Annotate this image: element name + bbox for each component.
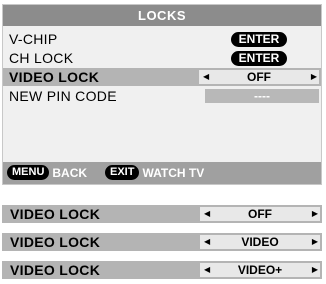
arrow-right-icon[interactable]: ▶ [312,235,318,249]
enter-button[interactable]: ENTER [231,32,287,47]
menu-item-v-chip[interactable]: V-CHIP ENTER [3,30,321,48]
menu-key-pill: MENU [7,165,50,181]
option-label: VIDEO LOCK [10,206,101,222]
exit-key-pill: EXIT [105,165,140,181]
arrow-right-icon[interactable]: ▶ [311,70,317,84]
video-lock-selector[interactable]: ◀ OFF ▶ [199,70,319,84]
selector-value: VIDEO+ [237,263,283,277]
menu-item-label: CH LOCK [9,50,74,66]
option-label: VIDEO LOCK [10,262,101,278]
menu-item-label: NEW PIN CODE [9,88,117,104]
menu-title: LOCKS [3,5,321,26]
back-hint: MENU BACK [7,162,87,184]
arrow-left-icon[interactable]: ◀ [203,70,209,84]
enter-button[interactable]: ENTER [231,51,287,66]
option-label: VIDEO LOCK [10,234,101,250]
selector-value: OFF [248,207,272,221]
video-lock-selector[interactable]: ◀ VIDEO ▶ [200,235,320,249]
video-lock-selector[interactable]: ◀ VIDEO+ ▶ [200,263,320,277]
locks-menu-panel: LOCKS V-CHIP ENTER CH LOCK ENTER VIDEO L… [2,4,322,185]
menu-item-label: V-CHIP [9,31,58,47]
back-label: BACK [52,166,88,180]
menu-item-video-lock[interactable]: VIDEO LOCK ◀ OFF ▶ [3,68,321,86]
menu-item-new-pin-code[interactable]: NEW PIN CODE ---- [3,87,321,105]
selector-value: OFF [247,70,271,84]
exit-label: WATCH TV [142,166,205,180]
menu-item-label: VIDEO LOCK [9,69,100,85]
video-lock-option-off[interactable]: VIDEO LOCK ◀ OFF ▶ [2,205,322,223]
menu-item-ch-lock[interactable]: CH LOCK ENTER [3,49,321,67]
arrow-left-icon[interactable]: ◀ [204,207,210,221]
selector-value: VIDEO [241,235,279,249]
video-lock-option-video-plus[interactable]: VIDEO LOCK ◀ VIDEO+ ▶ [2,261,322,279]
video-lock-selector[interactable]: ◀ OFF ▶ [200,207,320,221]
arrow-left-icon[interactable]: ◀ [204,235,210,249]
footer-hints: MENU BACK EXIT WATCH TV [3,162,321,184]
video-lock-option-video[interactable]: VIDEO LOCK ◀ VIDEO ▶ [2,233,322,251]
arrow-left-icon[interactable]: ◀ [204,263,210,277]
exit-hint: EXIT WATCH TV [105,162,204,184]
pin-code-field[interactable]: ---- [205,89,319,103]
arrow-right-icon[interactable]: ▶ [312,263,318,277]
arrow-right-icon[interactable]: ▶ [312,207,318,221]
